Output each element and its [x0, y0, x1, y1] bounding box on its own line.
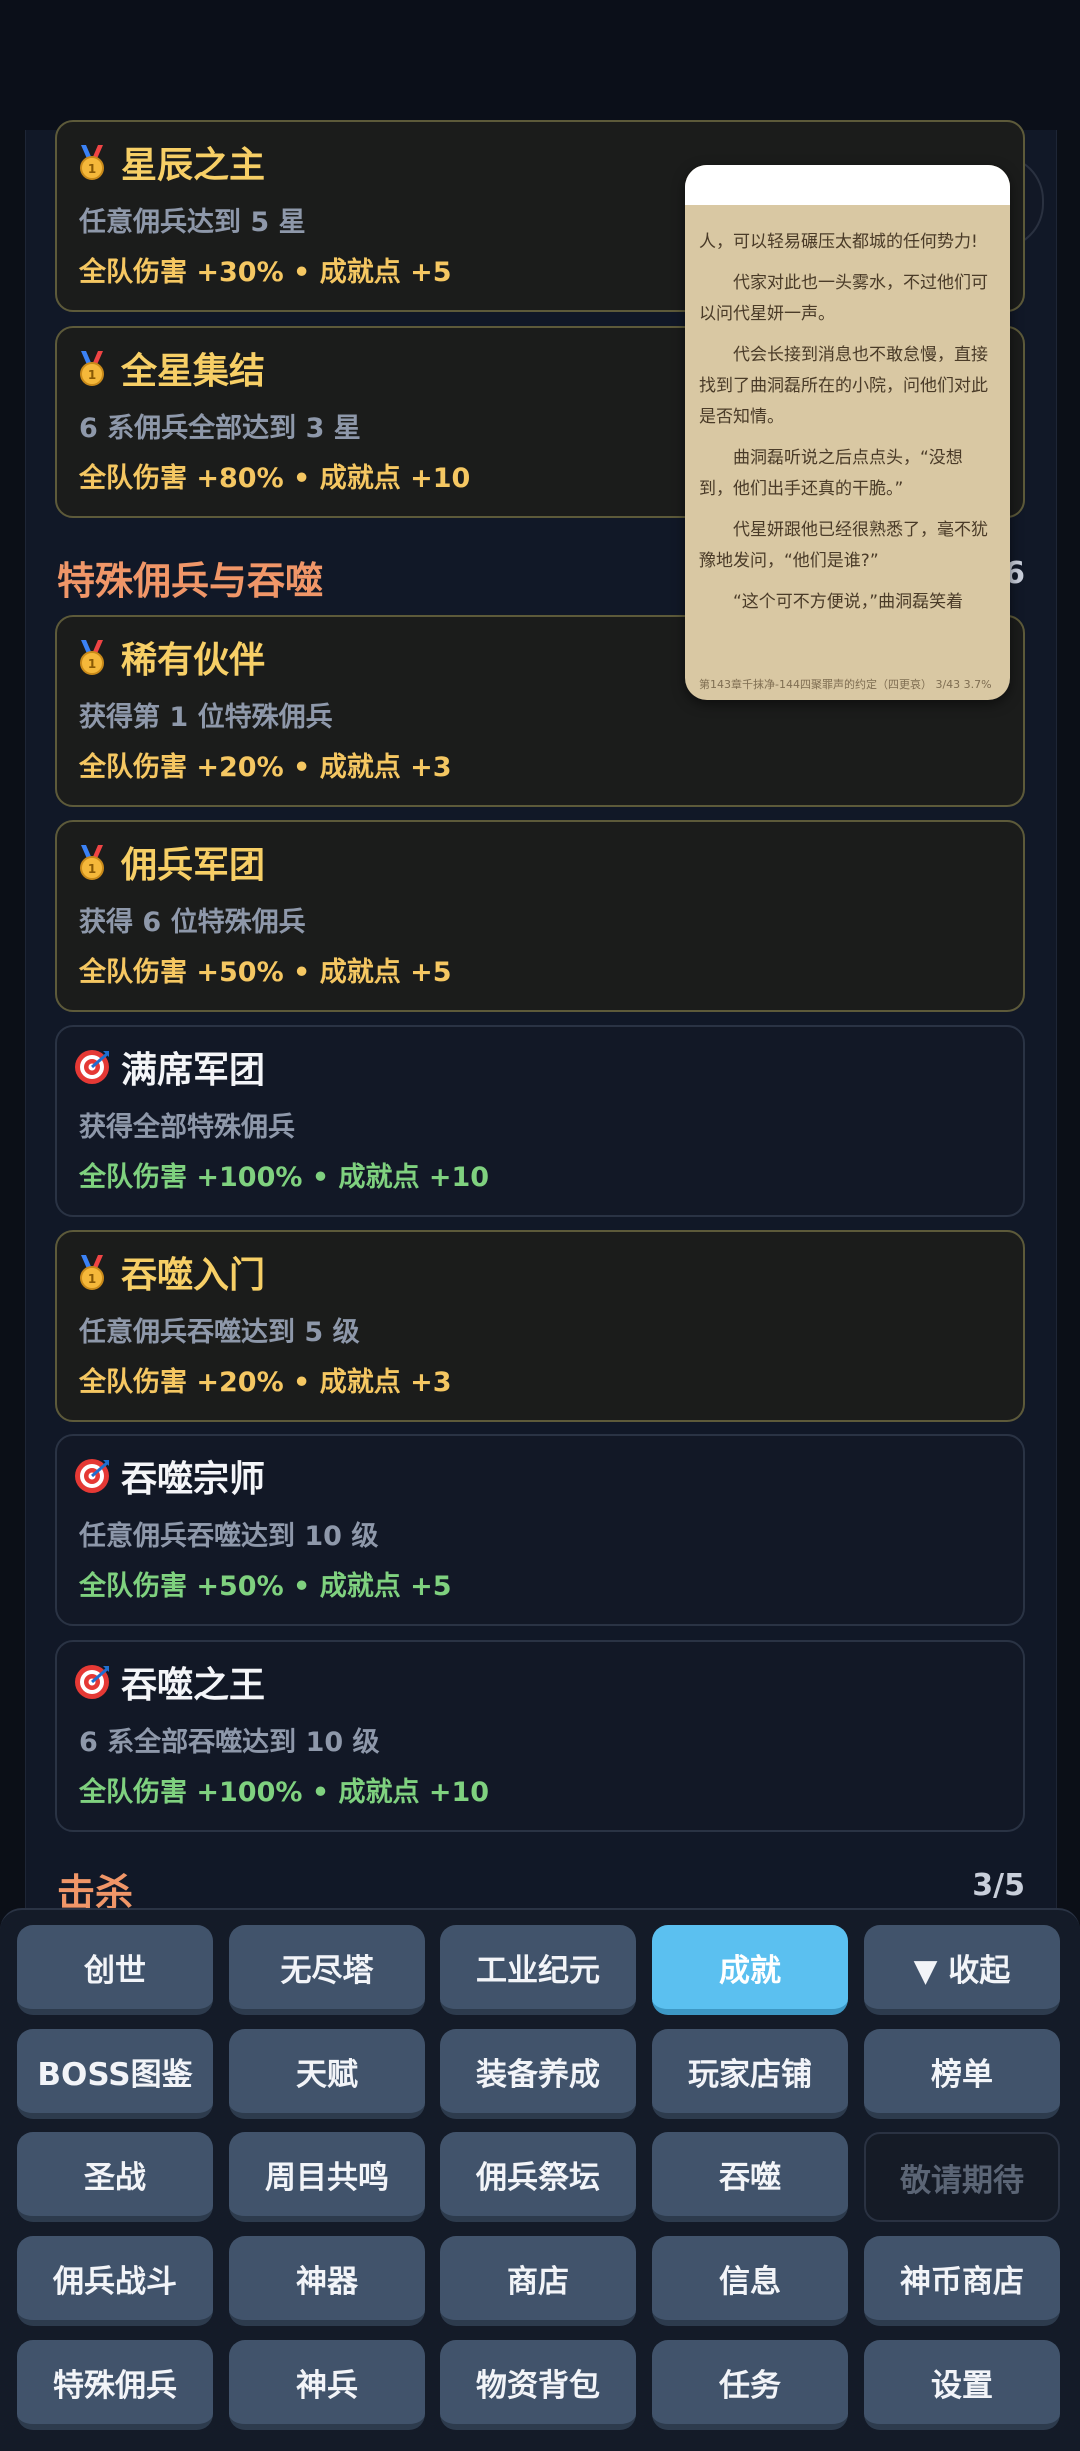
- achievement-description: 获得全部特殊佣兵: [79, 1112, 295, 1143]
- achievement-reward: 全队伤害 +80% • 成就点 +10: [79, 463, 471, 494]
- medal-icon: 1: [73, 143, 111, 181]
- achievement-reward: 全队伤害 +30% • 成就点 +5: [79, 257, 452, 288]
- achievement-reward: 全队伤害 +20% • 成就点 +3: [79, 752, 452, 783]
- reader-paragraph: 人，可以轻易碾压太都城的任何势力!: [699, 232, 978, 252]
- menu-button[interactable]: 特殊佣兵: [17, 2340, 213, 2430]
- reader-footer: 第143章千抹净-144四聚罪声的约定（四更哀） 3/43 3.7%: [699, 678, 992, 691]
- achievement-title-text: 吞噬宗师: [121, 1459, 266, 1500]
- achievement-description: 任意佣兵达到 5 星: [79, 207, 306, 238]
- menu-button[interactable]: BOSS图鉴: [17, 2029, 213, 2119]
- svg-text:1: 1: [88, 657, 96, 671]
- medal-icon: 1: [73, 1253, 111, 1291]
- svg-text:1: 1: [88, 368, 96, 382]
- reader-paragraph: “这个可不方便说，”曲洞磊笑着: [733, 592, 964, 612]
- achievement-card[interactable]: 吞噬之王 6 系全部吞噬达到 10 级全队伤害 +100% • 成就点 +10: [55, 1640, 1025, 1832]
- svg-text:1: 1: [88, 862, 96, 876]
- reader-paragraph: 代家对此也一头雾水，不过他们可以问代星妍一声。: [699, 273, 988, 324]
- target-icon: [73, 1048, 111, 1086]
- achievement-title-text: 吞噬入门: [121, 1255, 266, 1296]
- menu-button[interactable]: 信息: [652, 2236, 848, 2326]
- status-bar: [0, 0, 1080, 130]
- achievement-title-text: 全星集结: [121, 351, 266, 392]
- menu-button[interactable]: ▼ 收起: [864, 1925, 1060, 2015]
- achievement-card[interactable]: 吞噬宗师任意佣兵吞噬达到 10 级全队伤害 +50% • 成就点 +5: [55, 1434, 1025, 1626]
- achievement-title: 1 佣兵军团: [73, 836, 265, 888]
- svg-text:1: 1: [88, 1272, 96, 1286]
- achievement-description: 6 系全部吞噬达到 10 级: [79, 1727, 380, 1758]
- reader-paragraph: 代会长接到消息也不敢怠慢，直接找到了曲洞磊所在的小院，问他们对此是否知情。: [699, 345, 988, 427]
- achievement-title-text: 佣兵军团: [121, 845, 266, 886]
- menu-button[interactable]: 装备养成: [440, 2029, 636, 2119]
- svg-text:1: 1: [88, 162, 96, 176]
- target-icon: [73, 1663, 111, 1701]
- achievement-title-text: 满席军团: [121, 1050, 266, 1091]
- menu-button: 敬请期待: [864, 2132, 1060, 2222]
- menu-button[interactable]: 设置: [864, 2340, 1060, 2430]
- section-title-special: 特殊佣兵与吞噬: [57, 559, 324, 603]
- menu-button[interactable]: 神币商店: [864, 2236, 1060, 2326]
- menu-button[interactable]: 工业纪元: [440, 1925, 636, 2015]
- menu-button[interactable]: 创世: [17, 1925, 213, 2015]
- menu-button[interactable]: 商店: [440, 2236, 636, 2326]
- achievement-title: 满席军团: [73, 1041, 265, 1093]
- achievement-title-text: 吞噬之王: [121, 1665, 266, 1706]
- reader-paragraph: 曲洞磊听说之后点点头，“没想到，他们出手还真的干脆。”: [699, 448, 963, 499]
- achievement-description: 获得 6 位特殊佣兵: [79, 907, 306, 938]
- bottom-menu: 创世 无尽塔 工业纪元 成就 ▼ 收起 BOSS图鉴 天赋 装备养成 玩家店铺 榜单圣战 周目共鸣佣…: [0, 1908, 1080, 2451]
- achievement-card[interactable]: 1 吞噬入门任意佣兵吞噬达到 5 级全队伤害 +20% • 成就点 +3: [55, 1230, 1025, 1422]
- reader-overlay[interactable]: 人，可以轻易碾压太都城的任何势力! 代家对此也一头雾水，不过他们可以问代星妍一声…: [685, 165, 1010, 700]
- menu-button[interactable]: 神器: [229, 2236, 425, 2326]
- menu-button[interactable]: 吞噬: [652, 2132, 848, 2222]
- achievement-description: 6 系佣兵全部达到 3 星: [79, 413, 361, 444]
- achievement-title-text: 星辰之主: [121, 145, 266, 186]
- medal-icon: 1: [73, 638, 111, 676]
- target-icon: [73, 1457, 111, 1495]
- menu-button[interactable]: 天赋: [229, 2029, 425, 2119]
- achievement-reward: 全队伤害 +50% • 成就点 +5: [79, 1571, 452, 1602]
- menu-button[interactable]: 圣战: [17, 2132, 213, 2222]
- achievement-card[interactable]: 满席军团获得全部特殊佣兵全队伤害 +100% • 成就点 +10: [55, 1025, 1025, 1217]
- achievement-title: 1 全星集结: [73, 342, 265, 394]
- achievement-title: 1 吞噬入门: [73, 1246, 265, 1298]
- achievement-description: 任意佣兵吞噬达到 10 级: [79, 1521, 379, 1552]
- menu-button[interactable]: 佣兵战斗: [17, 2236, 213, 2326]
- achievement-description: 任意佣兵吞噬达到 5 级: [79, 1317, 360, 1348]
- achievement-reward: 全队伤害 +50% • 成就点 +5: [79, 957, 452, 988]
- menu-button[interactable]: 佣兵祭坛: [440, 2132, 636, 2222]
- menu-button[interactable]: 周目共鸣: [229, 2132, 425, 2222]
- menu-button[interactable]: 物资背包: [440, 2340, 636, 2430]
- medal-icon: 1: [73, 843, 111, 881]
- reader-paragraph: 代星妍跟他已经很熟悉了，毫不犹豫地发问，“他们是谁?”: [699, 520, 988, 571]
- achievement-title: 吞噬之王: [73, 1656, 265, 1708]
- achievement-card[interactable]: 1 佣兵军团获得 6 位特殊佣兵全队伤害 +50% • 成就点 +5: [55, 820, 1025, 1012]
- achievement-title: 1 稀有伙伴: [73, 631, 265, 683]
- achievement-title: 1 星辰之主: [73, 136, 265, 188]
- menu-button[interactable]: 榜单: [864, 2029, 1060, 2119]
- achievement-title: 吞噬宗师: [73, 1450, 265, 1502]
- menu-button[interactable]: 神兵: [229, 2340, 425, 2430]
- achievement-description: 获得第 1 位特殊佣兵: [79, 702, 333, 733]
- menu-button[interactable]: 成就: [652, 1925, 848, 2015]
- reader-body: 人，可以轻易碾压太都城的任何势力! 代家对此也一头雾水，不过他们可以问代星妍一声…: [685, 205, 1010, 618]
- reader-top-bar: [685, 165, 1010, 205]
- medal-icon: 1: [73, 349, 111, 387]
- menu-button[interactable]: 任务: [652, 2340, 848, 2430]
- achievement-reward: 全队伤害 +100% • 成就点 +10: [79, 1777, 490, 1808]
- menu-button[interactable]: 玩家店铺: [652, 2029, 848, 2119]
- menu-button[interactable]: 无尽塔: [229, 1925, 425, 2015]
- section-count-kill: 3/5: [972, 1868, 1025, 1903]
- achievement-title-text: 稀有伙伴: [121, 640, 266, 681]
- achievement-reward: 全队伤害 +100% • 成就点 +10: [79, 1162, 490, 1193]
- achievement-reward: 全队伤害 +20% • 成就点 +3: [79, 1367, 452, 1398]
